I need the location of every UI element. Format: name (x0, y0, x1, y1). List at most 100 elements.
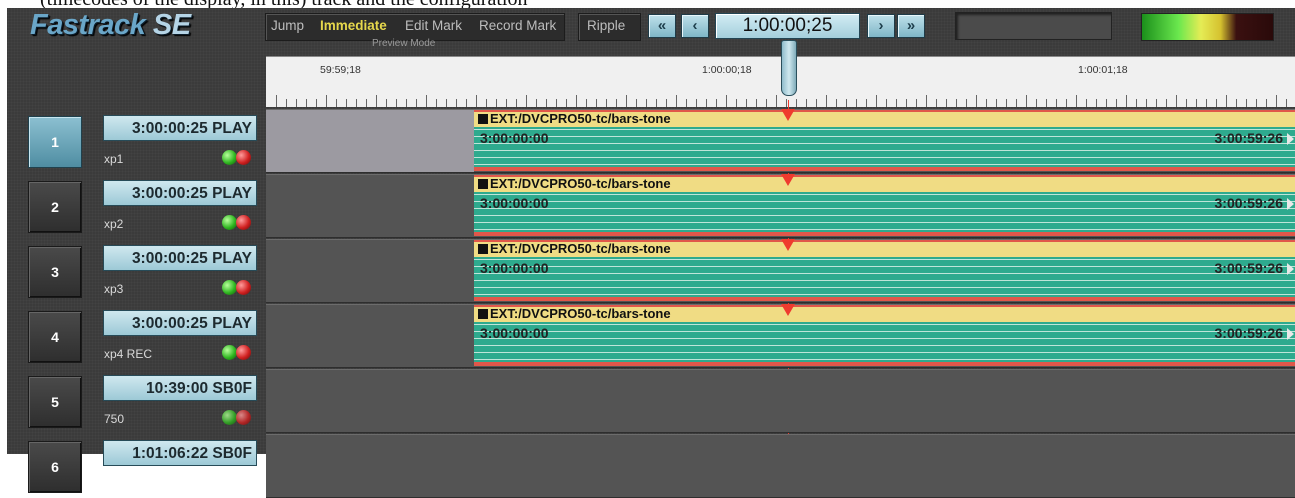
ruler-tick (1236, 99, 1237, 107)
track-6-lane[interactable] (266, 434, 1295, 498)
track-2-lane[interactable]: EXT:/DVCPRO50-tc/bars-tone 3:00:00:00 3:… (266, 174, 1295, 238)
track-2-select-button[interactable]: 2 (28, 181, 82, 233)
ruler-tick (556, 99, 557, 107)
track-2-green-led-icon[interactable] (222, 215, 237, 230)
ruler-tick (1006, 99, 1007, 107)
ruler-tick (456, 99, 457, 107)
track-5-red-led-icon[interactable] (236, 410, 251, 425)
track-1-clip[interactable]: EXT:/DVCPRO50-tc/bars-tone 3:00:00:00 3:… (474, 110, 1295, 171)
ruler-tick (686, 99, 687, 107)
ruler-tick (1206, 99, 1207, 107)
current-timecode-display[interactable]: 1:00:00;25 (715, 13, 860, 39)
track-row-3: 3 3:00:00:25 PLAY xp3 EXT:/DVCPRO50-tc/b… (0, 237, 1295, 303)
immediate-button[interactable]: Immediate (320, 18, 387, 33)
ruler-tick (1276, 95, 1277, 107)
ruler-tick (1066, 99, 1067, 107)
ruler-tick (586, 99, 587, 107)
track-4-select-button[interactable]: 4 (28, 311, 82, 363)
edit-mode-toolbar: Jump Immediate Edit Mark Record Mark (265, 13, 565, 41)
track-1-empty-region (266, 110, 474, 172)
ruler-tick (1136, 99, 1137, 107)
ruler-tick (976, 95, 977, 107)
ruler-tick (666, 99, 667, 107)
track-4-red-led-icon[interactable] (236, 345, 251, 360)
track-3-clip[interactable]: EXT:/DVCPRO50-tc/bars-tone 3:00:00:00 3:… (474, 240, 1295, 301)
track-1-timecode[interactable]: 3:00:00:25 PLAY (103, 115, 257, 141)
ruler-tick (716, 99, 717, 107)
track-1-red-led-icon[interactable] (236, 150, 251, 165)
track-4-timecode[interactable]: 3:00:00:25 PLAY (103, 310, 257, 336)
ruler-tick (506, 99, 507, 107)
playhead-handle[interactable] (781, 40, 797, 96)
ruler-tick (1196, 99, 1197, 107)
track-6-select-button[interactable]: 6 (28, 441, 82, 493)
ruler-tick (1046, 99, 1047, 107)
ruler-tick (1166, 99, 1167, 107)
ruler-tick (1156, 99, 1157, 107)
ripple-toolbar: Ripple (578, 13, 641, 41)
track-3-timecode[interactable]: 3:00:00:25 PLAY (103, 245, 257, 271)
track-5-timecode[interactable]: 10:39:00 SB0F (103, 375, 257, 401)
ripple-button[interactable]: Ripple (587, 18, 625, 33)
track-1-select-button[interactable]: 1 (28, 116, 82, 168)
ruler-tick (1266, 99, 1267, 107)
track-row-1: 1 3:00:00:25 PLAY xp1 EXT:/DVCPRO50-tc/b… (0, 107, 1295, 173)
track-4-green-led-icon[interactable] (222, 345, 237, 360)
ruler-tick (446, 99, 447, 107)
ruler-tick (476, 95, 477, 107)
app-logo: Fastrack SE (30, 9, 191, 41)
ruler-tick (626, 95, 627, 107)
track-4-clip-out-timecode: 3:00:59:26 (1214, 325, 1284, 341)
left-arrow-icon[interactable]: ‹ (681, 14, 709, 38)
track-3-red-led-icon[interactable] (236, 280, 251, 295)
ruler-tick (286, 99, 287, 107)
ruler-tick (836, 99, 837, 107)
ruler-tick (726, 95, 727, 107)
clip-square-icon (478, 244, 488, 254)
double-right-arrow-icon[interactable]: » (897, 14, 925, 38)
track-1-lane[interactable]: EXT:/DVCPRO50-tc/bars-tone 3:00:00:00 3:… (266, 109, 1295, 173)
playhead-marker-icon (781, 109, 795, 121)
ruler-tick (706, 99, 707, 107)
track-4-clip[interactable]: EXT:/DVCPRO50-tc/bars-tone 3:00:00:00 3:… (474, 305, 1295, 366)
track-2-red-led-icon[interactable] (236, 215, 251, 230)
track-row-2: 2 3:00:00:25 PLAY xp2 EXT:/DVCPRO50-tc/b… (0, 172, 1295, 238)
ruler-tick (1086, 99, 1087, 107)
track-1-clip-in-timecode: 3:00:00:00 (480, 130, 549, 146)
playhead-marker-icon (781, 239, 795, 251)
track-3-select-button[interactable]: 3 (28, 246, 82, 298)
track-row-4: 4 3:00:00:25 PLAY xp4 REC EXT:/DVCPRO50-… (0, 302, 1295, 368)
jump-button[interactable]: Jump (271, 18, 304, 33)
double-left-arrow-icon[interactable]: « (648, 14, 676, 38)
ruler-tick (786, 99, 787, 107)
track-5-select-button[interactable]: 5 (28, 376, 82, 428)
ruler-tick (806, 99, 807, 107)
track-1-green-led-icon[interactable] (222, 150, 237, 165)
track-5-lane[interactable] (266, 369, 1295, 433)
track-3-green-led-icon[interactable] (222, 280, 237, 295)
track-2-clip[interactable]: EXT:/DVCPRO50-tc/bars-tone 3:00:00:00 3:… (474, 175, 1295, 236)
ruler-tick (866, 99, 867, 107)
ruler-tick (1146, 99, 1147, 107)
ruler-tick (306, 99, 307, 107)
ruler-tick (1226, 95, 1227, 107)
track-6-timecode[interactable]: 1:01:06:22 SB0F (103, 440, 257, 466)
track-4-lane[interactable]: EXT:/DVCPRO50-tc/bars-tone 3:00:00:00 3:… (266, 304, 1295, 368)
ruler-tick (1286, 99, 1287, 107)
right-arrow-icon[interactable]: › (867, 14, 895, 38)
ruler-tick (676, 95, 677, 107)
ruler-label-1-00-01-18: 1:00:01;18 (1078, 64, 1128, 76)
track-4-name: xp4 REC (104, 347, 153, 361)
track-4-clip-name: EXT:/DVCPRO50-tc/bars-tone (478, 306, 671, 321)
track-5-green-led-icon[interactable] (222, 410, 237, 425)
track-2-timecode[interactable]: 3:00:00:25 PLAY (103, 180, 257, 206)
audio-level-meter (1141, 13, 1274, 41)
ruler-tick (346, 99, 347, 107)
track-3-lane[interactable]: EXT:/DVCPRO50-tc/bars-tone 3:00:00:00 3:… (266, 239, 1295, 303)
ruler-tick (766, 99, 767, 107)
clip-end-arrow-icon (1287, 328, 1294, 340)
clip-square-icon (478, 309, 488, 319)
track-row-5: 5 10:39:00 SB0F 750 (0, 367, 1295, 433)
edit-mark-button[interactable]: Edit Mark (405, 18, 462, 33)
record-mark-button[interactable]: Record Mark (479, 18, 556, 33)
